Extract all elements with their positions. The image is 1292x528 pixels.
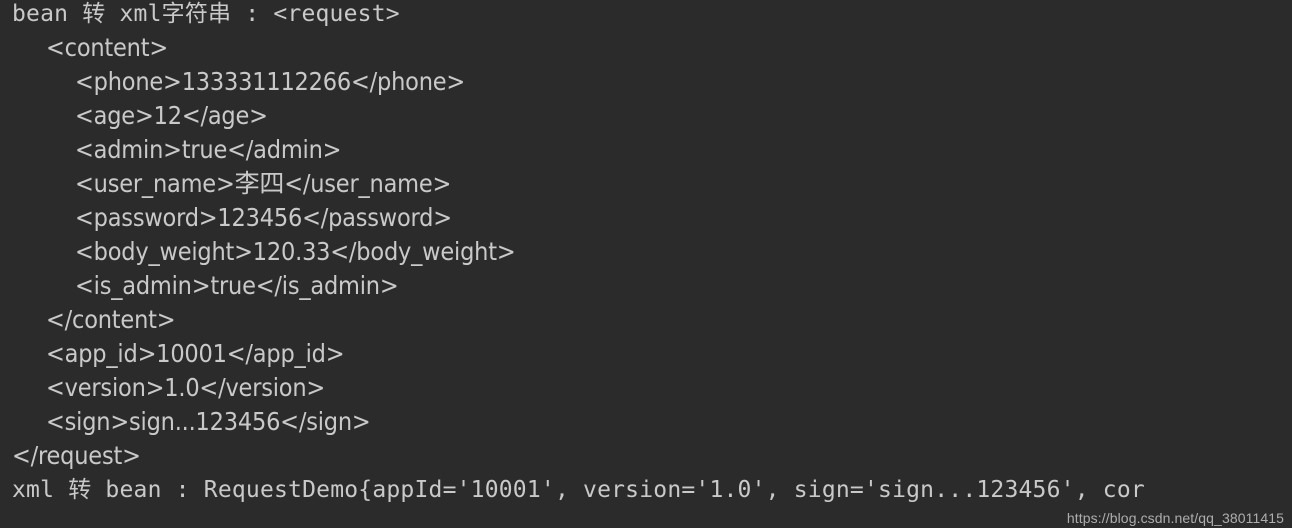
log-line: <password>123456</password> — [75, 203, 452, 232]
log-line: <age>12</age> — [75, 101, 268, 130]
log-line: xml 转 bean : RequestDemo{appId='10001', … — [12, 477, 1145, 503]
log-line: bean 转 xml字符串 : <request> — [12, 1, 400, 27]
log-line: </request> — [12, 441, 141, 470]
log-line: <user_name>李四</user_name> — [75, 169, 452, 198]
log-line: <admin>true</admin> — [75, 135, 342, 164]
log-line: <sign>sign...123456</sign> — [46, 407, 371, 436]
log-line: <content> — [46, 33, 169, 62]
log-line: <is_admin>true</is_admin> — [75, 271, 399, 300]
csdn-watermark: https://blog.csdn.net/qq_38011415 — [1066, 510, 1284, 526]
log-line: <app_id>10001</app_id> — [46, 339, 345, 368]
console-output-pane: bean 转 xml字符串 : <request> <content> <phone… — [0, 0, 1292, 528]
log-line: <body_weight>120.33</body_weight> — [75, 237, 516, 266]
log-line: <version>1.0</version> — [46, 373, 326, 402]
log-line: <phone>133331112266</phone> — [75, 67, 466, 96]
log-line: </content> — [46, 305, 176, 334]
